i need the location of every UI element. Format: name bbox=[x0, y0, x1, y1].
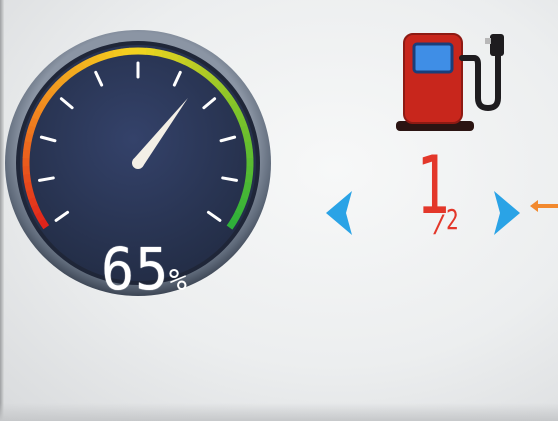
gauge-arc-segment bbox=[240, 189, 250, 200]
fuel-gauge: 65 % bbox=[3, 28, 273, 298]
gauge-arc-segment bbox=[39, 95, 51, 107]
gauge-arc-segment bbox=[215, 82, 227, 94]
chevron-left-icon bbox=[326, 191, 352, 235]
fuel-display-screen: 65 % 1 / 2 bbox=[0, 0, 558, 421]
gauge-arc-segment bbox=[22, 165, 31, 175]
gauge-arc-segment bbox=[204, 71, 216, 83]
pump-window bbox=[412, 42, 454, 74]
fuel-level-unit: % bbox=[168, 263, 188, 298]
gauge-arc-segment bbox=[237, 117, 248, 128]
gauge-arc-segment bbox=[24, 181, 33, 192]
gauge-arc-segment bbox=[28, 196, 38, 208]
gauge-arc-segment bbox=[230, 102, 241, 114]
selection-pointer bbox=[529, 199, 558, 213]
gauge-arc-segment bbox=[245, 166, 254, 176]
gauge-arc-segment bbox=[234, 109, 245, 121]
gauge-arc-segment bbox=[26, 124, 36, 135]
gauge-arc-segment bbox=[244, 141, 253, 151]
gauge-arc-segment bbox=[22, 149, 31, 159]
gauge-arc-segment bbox=[221, 88, 232, 100]
gauge-arc-segment bbox=[81, 58, 93, 69]
next-button[interactable] bbox=[488, 187, 524, 239]
gauge-arc-segment bbox=[197, 66, 209, 78]
gauge-arc-segment bbox=[230, 211, 242, 223]
gauge-arc-segment bbox=[96, 52, 108, 62]
gauge-arc-segment bbox=[31, 204, 42, 215]
gauge-arc-segment bbox=[161, 50, 172, 60]
gauge-arc-segment bbox=[145, 47, 156, 56]
gauge-arc-segment bbox=[190, 62, 202, 73]
gauge-arc-segment bbox=[34, 211, 45, 223]
gauge-arc-segment bbox=[113, 48, 123, 58]
gauge-arc-segment bbox=[61, 71, 73, 82]
gauge-arc-segment bbox=[245, 149, 254, 159]
gauge-arc-segment bbox=[210, 76, 222, 88]
gauge-arc-segment bbox=[225, 95, 237, 107]
chevron-right-icon bbox=[494, 191, 520, 235]
gauge-arc-segment bbox=[28, 116, 39, 128]
gauge-arc-segment bbox=[24, 132, 34, 143]
gauge-arc-segment bbox=[49, 82, 61, 94]
fuel-level-value: 65 bbox=[101, 235, 170, 303]
gauge-arc-segment bbox=[67, 66, 79, 77]
gauge-arc-segment bbox=[74, 61, 86, 73]
gauge-arc-segment bbox=[176, 55, 188, 65]
gauge-arc-segment bbox=[25, 189, 36, 200]
gauge-arc-segment bbox=[55, 76, 67, 88]
gauge-arc-segment bbox=[234, 204, 245, 216]
gauge-arc-segment bbox=[153, 48, 164, 58]
fuel-level-readout: 65 % bbox=[101, 228, 188, 298]
gauge-arc-segment bbox=[183, 58, 195, 69]
gauge-arc-segment bbox=[226, 218, 238, 230]
gauge-arc-segment bbox=[240, 125, 250, 136]
gauge-arc-segment bbox=[35, 102, 46, 113]
gauge-arc-segment bbox=[44, 88, 56, 100]
gauge-arc-segment bbox=[121, 47, 131, 56]
previous-button[interactable] bbox=[322, 187, 358, 239]
gauge-arc-segment bbox=[243, 181, 252, 192]
fuel-fraction-part: 2 bbox=[446, 203, 459, 236]
fuel-fraction-indicator: 1 / 2 bbox=[414, 146, 474, 238]
pump-hose bbox=[459, 47, 501, 112]
gauge-arc-segment bbox=[238, 197, 248, 208]
gauge-arc-segment bbox=[31, 109, 42, 121]
fuel-fraction-slash: / bbox=[432, 210, 447, 238]
fuel-pump-icon bbox=[392, 28, 508, 134]
gauge-arc-segment bbox=[104, 50, 115, 60]
gauge-arc-segment bbox=[23, 140, 32, 151]
gauge-arc-segment bbox=[23, 173, 32, 184]
arrow-pointer-icon bbox=[530, 200, 558, 212]
gauge-arc-segment bbox=[242, 133, 252, 144]
gauge-arc-segment bbox=[169, 52, 180, 62]
gauge-arc-segment bbox=[89, 54, 100, 65]
gauge-needle-hub bbox=[132, 157, 144, 169]
display-bezel-bottom bbox=[0, 403, 558, 421]
pump-nozzle bbox=[490, 34, 504, 56]
gauge-arc-segment bbox=[244, 174, 253, 184]
gauge-arc-segment bbox=[38, 218, 50, 230]
